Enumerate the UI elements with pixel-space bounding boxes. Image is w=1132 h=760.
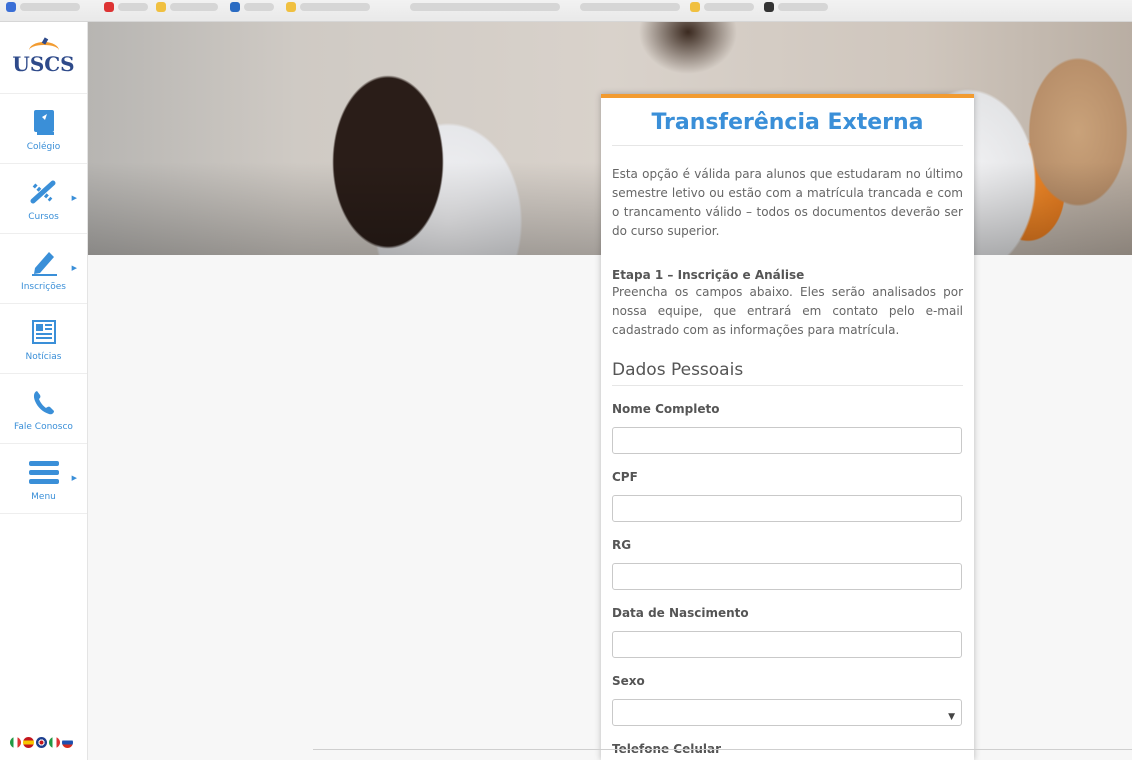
chevron-down-icon: ▼ [948,712,955,722]
logo-mark-icon [27,40,61,52]
sexo-select-wrapper: ▼ [612,699,963,726]
tools-icon [27,175,61,209]
italian-flag-icon[interactable] [49,737,60,748]
bookmark-item[interactable] [118,3,148,11]
sidebar-item-label: Cursos [28,212,59,222]
spanish-flag-icon[interactable] [23,737,34,748]
bookmark-favicon[interactable] [104,2,114,12]
sexo-label: Sexo [612,674,645,688]
sidebar-item-noticias[interactable]: Notícias [0,304,87,374]
bookmark-favicon[interactable] [286,2,296,12]
divider [313,749,1132,750]
submenu-caret-icon: ▶ [71,264,77,272]
rg-input[interactable] [612,563,962,590]
step-title: Etapa 1 – Inscrição e Análise [612,268,805,282]
uscs-logo[interactable]: USCS [0,22,87,94]
transfer-form-panel: Transferência Externa Esta opção é válid… [601,94,974,760]
bookmark-item[interactable] [778,3,828,11]
hamburger-icon [27,455,61,489]
bookmark-item[interactable] [20,3,80,11]
nome-input[interactable] [612,427,962,454]
nascimento-label: Data de Nascimento [612,606,749,620]
book-icon [27,105,61,139]
sidebar-item-label: Menu [31,492,56,502]
sidebar-item-label: Inscrições [21,282,66,292]
bookmark-favicon[interactable] [690,2,700,12]
page-title: Transferência Externa [612,98,963,146]
bookmark-item[interactable] [580,3,680,11]
section-title: Dados Pessoais [612,360,963,386]
sidebar-item-label: Colégio [26,142,61,152]
bookmark-favicon[interactable] [230,2,240,12]
phone-icon [27,385,61,419]
celular-label: Telefone Celular [612,742,722,756]
submenu-caret-icon: ▶ [71,194,77,202]
cpf-label: CPF [612,470,638,484]
russian-flag-icon[interactable] [62,737,73,748]
nome-label: Nome Completo [612,402,720,416]
sidebar-item-inscricoes[interactable]: Inscrições ▶ [0,234,87,304]
bookmark-item[interactable] [300,3,370,11]
sidebar-item-cursos[interactable]: Cursos ▶ [0,164,87,234]
submenu-caret-icon: ▶ [71,474,77,482]
bookmark-item[interactable] [704,3,754,11]
uk-flag-icon[interactable] [36,737,47,748]
sexo-select[interactable] [612,699,962,726]
rg-label: RG [612,538,632,552]
sidebar-item-colegio[interactable]: Colégio [0,94,87,164]
sidebar-item-menu[interactable]: Menu ▶ [0,444,87,514]
step-text: Preencha os campos abaixo. Eles serão an… [612,285,963,337]
bookmark-item[interactable] [170,3,218,11]
sidebar: USCS Colégio Cursos ▶ Inscrições ▶ Notíc… [0,22,88,760]
bookmark-favicon[interactable] [764,2,774,12]
bookmark-item[interactable] [410,3,560,11]
intro-text: Esta opção é válida para alunos que estu… [612,167,963,238]
newspaper-icon [27,315,61,349]
bookmark-favicon[interactable] [6,2,16,12]
italian-flag-icon[interactable] [10,737,21,748]
sidebar-item-label: Fale Conosco [14,422,73,432]
bookmarks-bar [0,0,1132,22]
sidebar-item-fale-conosco[interactable]: Fale Conosco [0,374,87,444]
bookmark-favicon[interactable] [156,2,166,12]
nascimento-input[interactable] [612,631,962,658]
language-selector [10,737,73,748]
pen-icon [27,245,61,279]
bookmark-item[interactable] [244,3,274,11]
cpf-input[interactable] [612,495,962,522]
sidebar-item-label: Notícias [25,352,62,362]
